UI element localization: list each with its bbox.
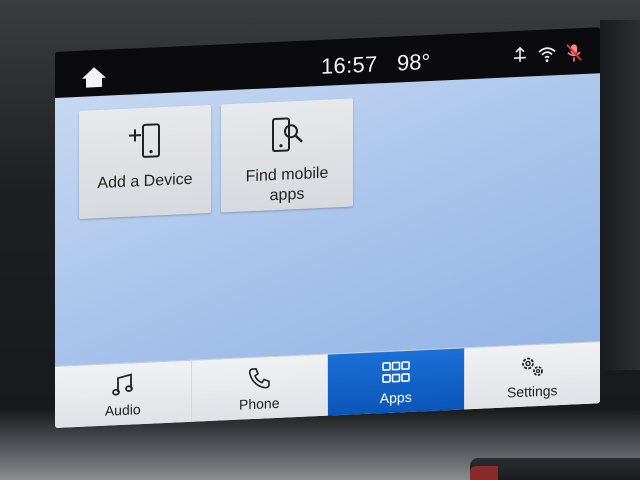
find-mobile-apps-label: Find mobile apps: [245, 164, 329, 205]
nav-phone-label: Phone: [239, 394, 280, 413]
nav-settings-label: Settings: [506, 382, 558, 401]
status-icons: [511, 42, 583, 65]
nav-apps[interactable]: Apps: [328, 348, 465, 417]
home-icon: [82, 67, 106, 88]
music-note-icon: [111, 373, 133, 396]
hazard-button: [470, 466, 498, 480]
outside-temperature: 98°: [397, 48, 431, 76]
apps-grid-icon: [381, 361, 410, 383]
infotainment-screen: 16:57 98° Add a Device Find mobile apps …: [55, 27, 600, 428]
apps-content-area: Add a Device Find mobile apps Audio Phon…: [55, 73, 600, 428]
nav-phone[interactable]: Phone: [191, 354, 328, 423]
wifi-icon: [538, 47, 556, 63]
bezel-right-edge: [600, 20, 640, 370]
find-apps-icon: [272, 117, 303, 153]
nav-audio[interactable]: Audio: [55, 360, 192, 428]
phone-icon: [249, 368, 271, 389]
add-device-tile[interactable]: Add a Device: [79, 104, 211, 219]
add-device-icon: [129, 123, 160, 158]
nav-apps-label: Apps: [379, 388, 412, 407]
mic-muted-icon: [566, 44, 582, 62]
gears-icon: [522, 357, 544, 376]
nav-audio-label: Audio: [104, 401, 141, 419]
add-device-label: Add a Device: [97, 170, 193, 193]
home-button[interactable]: [77, 63, 111, 91]
nav-settings[interactable]: Settings: [464, 342, 600, 411]
find-mobile-apps-tile[interactable]: Find mobile apps: [221, 98, 353, 213]
navigation-arrows-icon: [514, 46, 526, 62]
clock: 16:57: [321, 51, 378, 79]
